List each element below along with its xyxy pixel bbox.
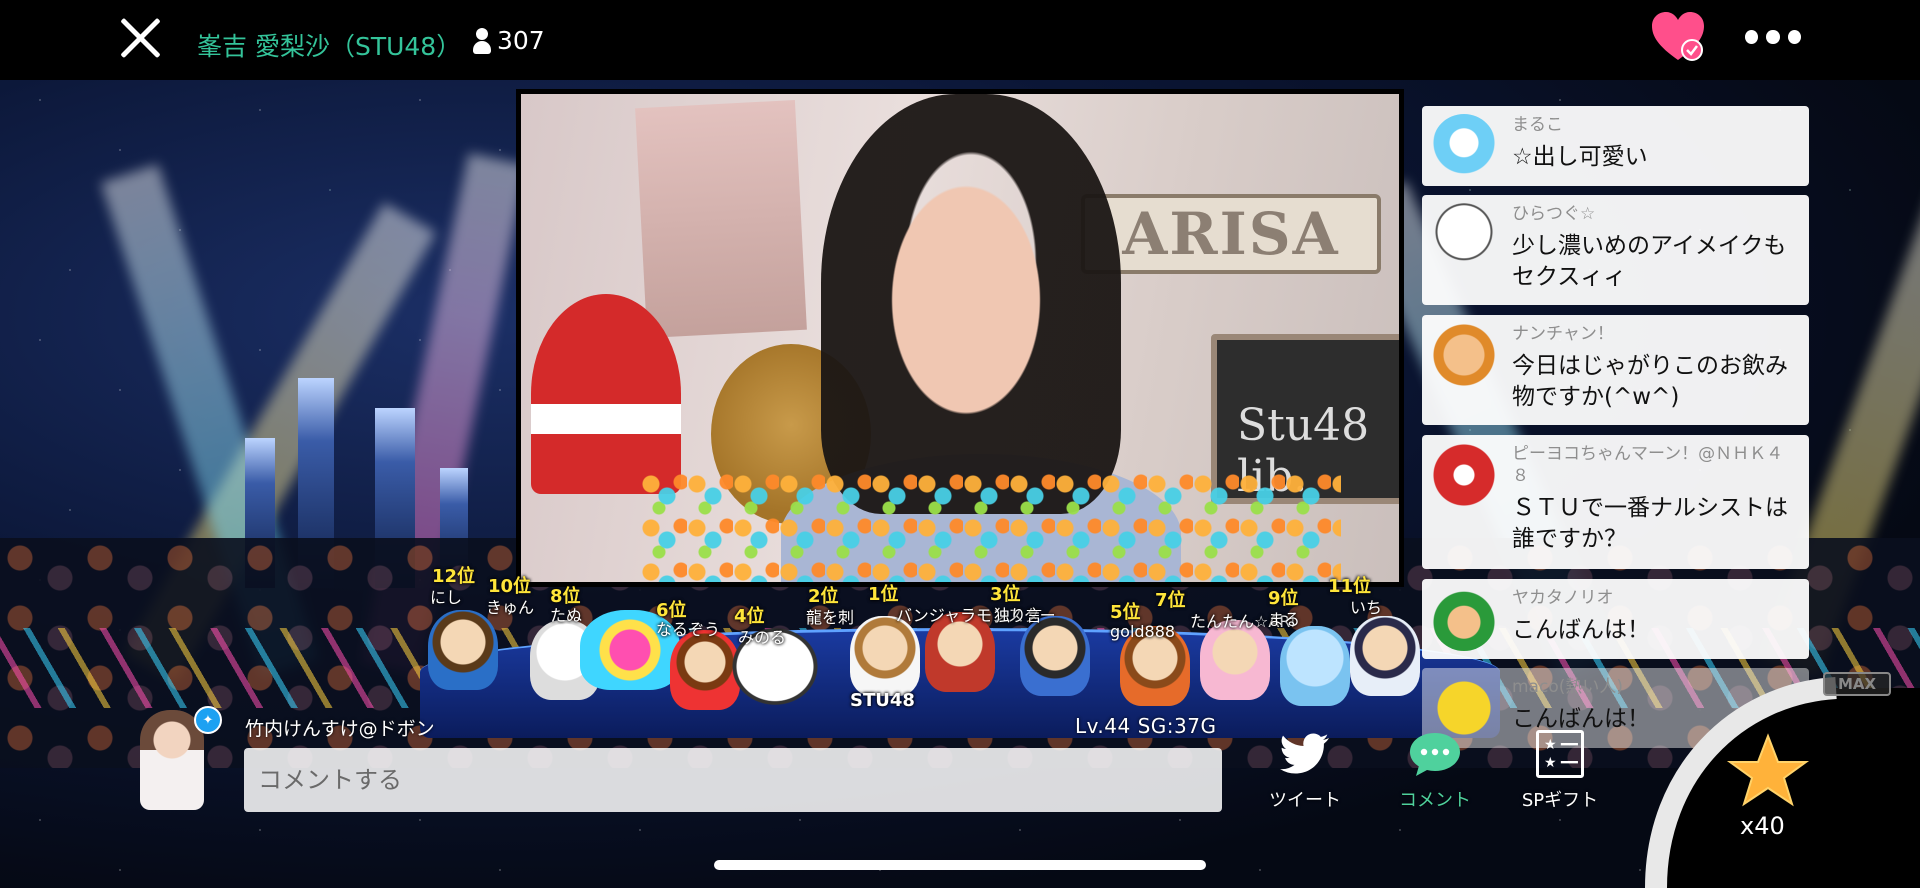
comment-text: ＳＴＵで一番ナルシストは誰ですか？ bbox=[1512, 495, 1788, 552]
home-indicator[interactable] bbox=[714, 860, 1206, 870]
viewer-count-value: 307 bbox=[497, 26, 545, 55]
twitter-bird-icon bbox=[1277, 730, 1333, 778]
comment-item: まるこ ☆出し可愛い bbox=[1422, 106, 1809, 186]
comment-item: ヤカタノリオ こんばんは！ bbox=[1422, 579, 1809, 659]
heart-check-icon[interactable] bbox=[1650, 10, 1706, 62]
rank-username: 龍を刺 bbox=[806, 608, 855, 627]
commenter-avatar bbox=[1432, 323, 1496, 387]
wall-poster bbox=[635, 99, 807, 339]
close-icon[interactable] bbox=[116, 14, 164, 62]
user-level: Lv.44 SG:37G bbox=[1075, 714, 1217, 738]
performer-face bbox=[851, 124, 1081, 444]
rank-username: いち bbox=[1350, 598, 1383, 617]
rank-username: きゅん bbox=[486, 598, 535, 617]
rank-position: 7位 bbox=[1155, 590, 1186, 611]
comment-item: ナンチャン！ 今日はじゃがりこのお飲み物ですか(^w^) bbox=[1422, 315, 1809, 425]
rank-username: 独り言 bbox=[994, 606, 1043, 625]
commenter-avatar bbox=[1432, 587, 1496, 651]
room-title: 峯吉 愛梨沙（STU48） bbox=[197, 32, 462, 61]
ranking-avatar[interactable] bbox=[428, 610, 498, 690]
rank-position: 5位 bbox=[1110, 602, 1141, 623]
ranking-avatar[interactable] bbox=[1200, 620, 1270, 700]
rank-username: たぬ bbox=[550, 606, 583, 625]
commenter-avatar bbox=[1432, 443, 1496, 507]
comment-input[interactable] bbox=[244, 748, 1222, 812]
ranking-avatar[interactable] bbox=[1350, 616, 1420, 696]
twitter-badge-icon: ✦ bbox=[194, 706, 222, 734]
rank-username: なるぞう bbox=[656, 620, 721, 639]
sp-gift-label: SPギフト bbox=[1521, 790, 1599, 811]
gift-count: x40 bbox=[1740, 812, 1785, 840]
comment-item: ピーヨコちゃんマーン！@ＮＨＫ４８ ＳＴＵで一番ナルシストは誰ですか？ bbox=[1422, 435, 1809, 569]
commenter-avatar bbox=[1432, 203, 1496, 267]
commenter-name: ナンチャン！ bbox=[1512, 324, 1614, 344]
comment-item: ひらつぐ☆ 少し濃いめのアイメイクもセクスィィ bbox=[1422, 195, 1809, 305]
commenter-name: ピーヨコちゃんマーン！@ＮＨＫ４８ bbox=[1512, 444, 1784, 486]
commenter-name: ヤカタノリオ bbox=[1512, 588, 1614, 608]
rank-username: まる bbox=[1268, 610, 1301, 629]
viewer-count: 307 bbox=[473, 26, 545, 55]
comment-text: ☆出し可愛い bbox=[1512, 144, 1648, 170]
ranking-avatar[interactable] bbox=[1280, 626, 1350, 706]
comment-text: 今日はじゃがりこのお飲み物ですか(^w^) bbox=[1512, 353, 1788, 410]
rank-position: 1位 bbox=[868, 584, 899, 605]
top-bar: 峯吉 愛梨沙（STU48） 307 bbox=[0, 0, 1920, 80]
person-icon bbox=[473, 27, 491, 54]
user-name: 竹内けんすけ@ドボン bbox=[245, 718, 435, 740]
gift-send-panel[interactable] bbox=[1636, 664, 1920, 888]
commenter-name: ひらつぐ☆ bbox=[1512, 204, 1596, 224]
santa-plush bbox=[531, 294, 681, 494]
ranking-avatar[interactable] bbox=[850, 616, 920, 696]
commenter-avatar bbox=[1432, 114, 1496, 178]
gift-list-icon bbox=[1532, 730, 1588, 778]
max-badge: MAX bbox=[1823, 672, 1891, 696]
rank-username: みのる bbox=[738, 628, 787, 647]
more-dots-icon[interactable] bbox=[1745, 30, 1801, 46]
commenter-name: まるこ bbox=[1512, 115, 1563, 135]
speech-bubble-icon bbox=[1407, 730, 1463, 778]
rank-username: にし bbox=[430, 588, 463, 607]
tweet-label: ツイート bbox=[1269, 790, 1341, 811]
tweet-button[interactable]: ツイート bbox=[1255, 730, 1355, 812]
ranking-avatar[interactable] bbox=[1020, 616, 1090, 696]
comment-label: コメント bbox=[1399, 790, 1471, 811]
sp-gift-button[interactable]: SPギフト bbox=[1510, 730, 1610, 812]
live-video[interactable]: ARISA Stu48 lib. bbox=[516, 89, 1404, 587]
rank-username: gold888 bbox=[1110, 622, 1176, 641]
comment-text: 少し濃いめのアイメイクもセクスィィ bbox=[1512, 233, 1787, 290]
comment-button[interactable]: コメント bbox=[1385, 730, 1485, 812]
comment-text: こんばんは！ bbox=[1512, 617, 1650, 643]
name-sign: ARISA bbox=[1081, 194, 1381, 274]
